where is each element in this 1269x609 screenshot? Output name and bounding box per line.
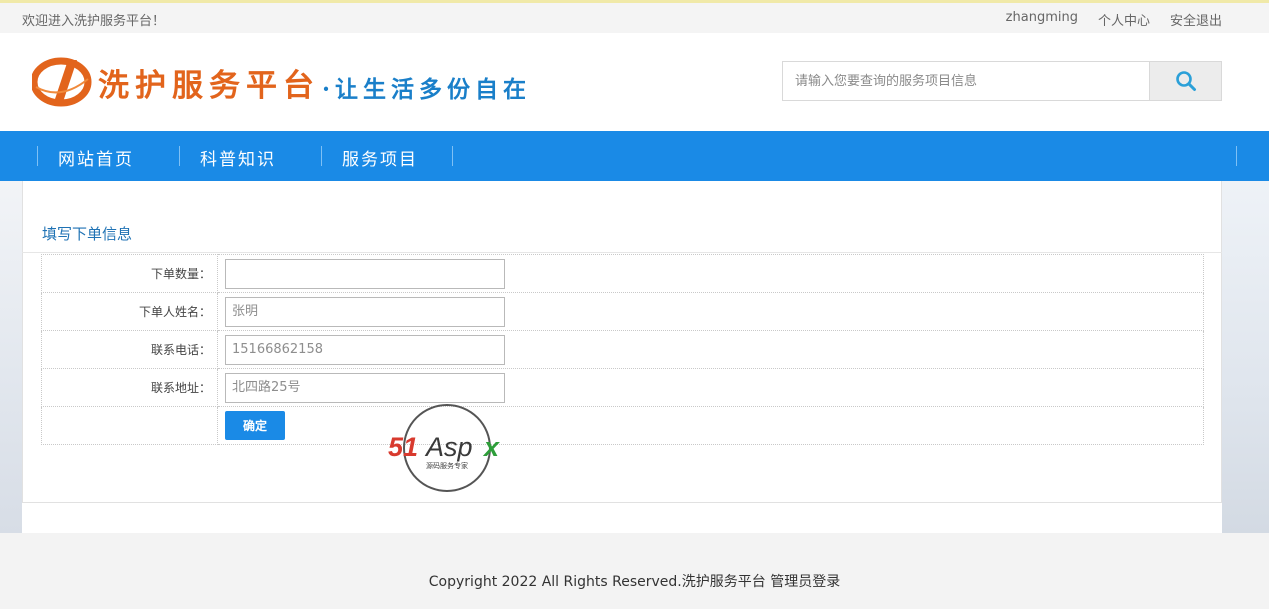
top-bar: 欢迎进入洗护服务平台！ zhangming 个人中心 安全退出 bbox=[0, 0, 1269, 33]
nav-item-home[interactable]: 网站首页 bbox=[58, 145, 134, 170]
site-header: 洗护服务平台 ·让生活多份自在 bbox=[0, 33, 1269, 131]
phone-input[interactable] bbox=[225, 334, 505, 365]
user-links: zhangming 个人中心 安全退出 bbox=[1006, 10, 1222, 29]
submit-button[interactable]: 确定 bbox=[225, 411, 285, 440]
form-row-phone: 联系电话： bbox=[41, 330, 1204, 369]
quantity-input[interactable] bbox=[225, 258, 505, 289]
section-title: 填写下单信息 bbox=[42, 225, 133, 243]
nav-divider bbox=[179, 146, 180, 166]
nav-divider bbox=[37, 146, 38, 166]
svg-text:Asp: Asp bbox=[424, 432, 473, 462]
welcome-text: 欢迎进入洗护服务平台！ bbox=[22, 14, 166, 29]
site-footer: Copyright 2022 All Rights Reserved.洗护服务平… bbox=[0, 533, 1269, 609]
address-label: 联系地址： bbox=[41, 368, 218, 407]
search-icon bbox=[1175, 71, 1196, 91]
form-row-submit: 确定 bbox=[41, 406, 1204, 445]
logo-title: 洗护服务平台 bbox=[98, 67, 320, 104]
site-logo[interactable]: 洗护服务平台 ·让生活多份自在 bbox=[30, 57, 532, 107]
name-input[interactable] bbox=[225, 296, 505, 327]
form-row-name: 下单人姓名： bbox=[41, 292, 1204, 331]
nav-divider bbox=[1236, 146, 1237, 166]
background-image-left bbox=[0, 181, 22, 533]
footer-copyright: Copyright 2022 All Rights Reserved.洗护服务平… bbox=[428, 574, 841, 590]
user-center-link[interactable]: 个人中心 bbox=[1098, 10, 1150, 29]
nav-divider bbox=[321, 146, 322, 166]
phone-label: 联系电话： bbox=[41, 330, 218, 369]
title-divider bbox=[22, 252, 1222, 253]
nav-item-knowledge[interactable]: 科普知识 bbox=[200, 145, 276, 170]
order-form: 下单数量： 下单人姓名： 联系电话： 联系地址： 确定 bbox=[41, 254, 1204, 445]
form-row-quantity: 下单数量： bbox=[41, 254, 1204, 293]
search-box bbox=[782, 61, 1222, 101]
search-button[interactable] bbox=[1149, 62, 1221, 100]
nav-item-services[interactable]: 服务项目 bbox=[342, 145, 418, 170]
background-image-right bbox=[1222, 181, 1269, 533]
svg-text:源码服务专家: 源码服务专家 bbox=[426, 461, 468, 470]
logout-link[interactable]: 安全退出 bbox=[1170, 10, 1222, 29]
username-link[interactable]: zhangming bbox=[1006, 10, 1078, 29]
main-nav: 网站首页 科普知识 服务项目 bbox=[0, 131, 1269, 181]
search-input[interactable] bbox=[783, 62, 1149, 100]
quantity-label: 下单数量： bbox=[41, 254, 218, 293]
address-input[interactable] bbox=[225, 372, 505, 403]
main-content: 填写下单信息 下单数量： 下单人姓名： 联系电话： 联系地址： 确定 bbox=[22, 181, 1222, 533]
nav-divider bbox=[452, 146, 453, 166]
svg-text:x: x bbox=[482, 432, 500, 462]
name-label: 下单人姓名： bbox=[41, 292, 218, 331]
watermark-logo-icon: 51 Asp x 源码服务专家 bbox=[388, 404, 500, 492]
svg-text:51: 51 bbox=[388, 432, 418, 462]
form-row-address: 联系地址： bbox=[41, 368, 1204, 407]
logo-mark-icon bbox=[30, 57, 92, 107]
logo-slogan: ·让生活多份自在 bbox=[322, 76, 532, 103]
